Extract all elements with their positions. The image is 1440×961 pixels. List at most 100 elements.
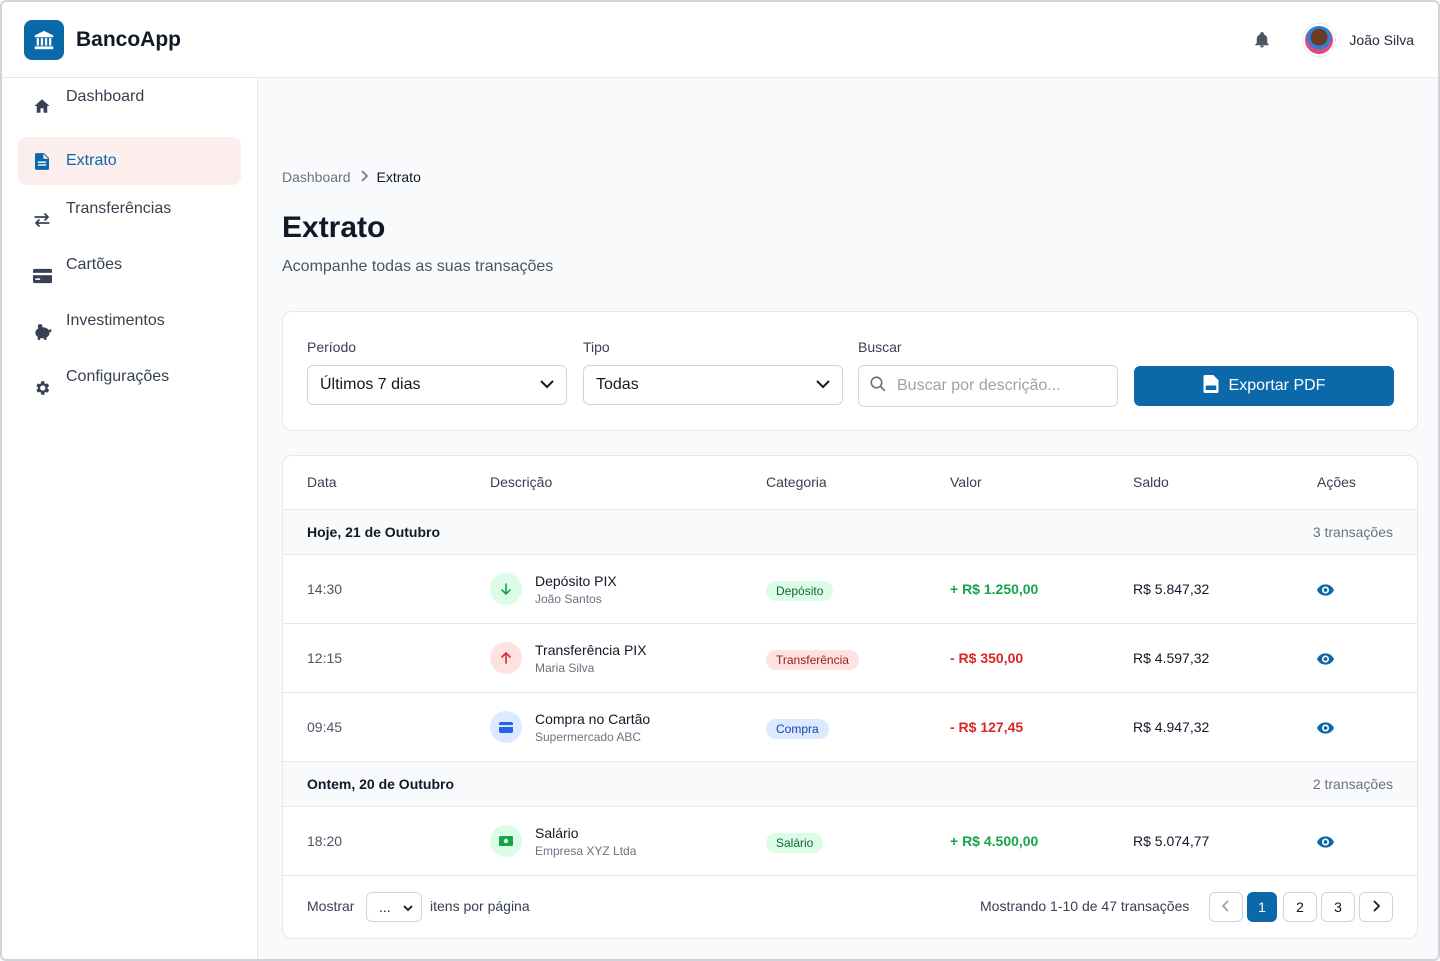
table-footer: Mostrar ... itens por página Mostrando 1… bbox=[283, 876, 1417, 938]
brand[interactable]: BancoApp bbox=[24, 19, 181, 60]
page-button-2[interactable]: 2 bbox=[1283, 892, 1317, 922]
eye-icon[interactable] bbox=[1316, 650, 1334, 668]
user-name[interactable]: João Silva bbox=[1349, 32, 1414, 48]
arrows-icon bbox=[32, 210, 52, 230]
table-row[interactable]: 14:30 Depósito PIX João Santos Depósito … bbox=[283, 555, 1417, 624]
row-amount: - R$ 127,45 bbox=[950, 719, 1024, 735]
avatar[interactable] bbox=[1303, 23, 1336, 56]
column-header-acoes: Ações bbox=[1317, 474, 1356, 490]
page-button-1[interactable]: 1 bbox=[1247, 892, 1277, 922]
search-box bbox=[858, 365, 1118, 407]
row-time: 12:15 bbox=[307, 650, 343, 666]
table-header: Data Descrição Categoria Valor Saldo Açõ… bbox=[283, 456, 1417, 510]
type-label: Tipo bbox=[583, 339, 610, 355]
row-time: 14:30 bbox=[307, 581, 343, 597]
home-icon bbox=[32, 96, 52, 116]
row-counterparty: Empresa XYZ Ltda bbox=[535, 844, 637, 858]
column-header-valor: Valor bbox=[950, 474, 982, 490]
page-button-3[interactable]: 3 bbox=[1321, 892, 1355, 922]
category-badge: Depósito bbox=[766, 581, 834, 601]
category-badge: Salário bbox=[766, 833, 824, 853]
gear-icon bbox=[32, 378, 52, 398]
sidebar-item-dashboard[interactable]: Dashboard bbox=[18, 80, 241, 128]
date-group-title: Hoje, 21 de Outubro bbox=[307, 524, 441, 540]
table-row[interactable]: 09:45 Compra no Cartão Supermercado ABC … bbox=[283, 693, 1417, 762]
row-amount: + R$ 4.500,00 bbox=[950, 833, 1039, 849]
card-icon bbox=[490, 711, 522, 743]
eye-icon[interactable] bbox=[1316, 719, 1334, 737]
period-select[interactable]: Últimos 7 dias bbox=[307, 365, 567, 405]
pdf-file-icon bbox=[1203, 374, 1219, 398]
sidebar-item-transferencias[interactable]: Transferências bbox=[18, 192, 241, 240]
breadcrumb-link-dashboard[interactable]: Dashboard bbox=[282, 169, 351, 185]
export-pdf-button[interactable]: Exportar PDF bbox=[1134, 366, 1394, 406]
credit-card-icon bbox=[32, 266, 52, 286]
breadcrumb: Dashboard Extrato bbox=[282, 169, 421, 185]
header-actions: João Silva bbox=[1251, 23, 1414, 56]
pagination-summary: Mostrando 1-10 de 47 transações bbox=[980, 898, 1190, 914]
chevron-down-icon bbox=[540, 376, 554, 394]
bell-icon[interactable] bbox=[1251, 29, 1273, 51]
column-header-descricao: Descrição bbox=[490, 474, 553, 490]
chevron-left-icon bbox=[1221, 899, 1230, 915]
filters-card: Período Últimos 7 dias Tipo Todas Buscar bbox=[282, 311, 1418, 431]
period-select-value: Últimos 7 dias bbox=[320, 376, 421, 393]
type-select[interactable]: Todas bbox=[583, 365, 843, 405]
eye-icon[interactable] bbox=[1316, 581, 1334, 599]
row-counterparty: Maria Silva bbox=[535, 661, 595, 675]
sidebar-item-cartoes[interactable]: Cartões bbox=[18, 248, 241, 296]
document-icon bbox=[32, 151, 52, 171]
prev-page-button[interactable] bbox=[1209, 892, 1243, 922]
sidebar-item-label: Configurações bbox=[66, 368, 170, 385]
row-balance: R$ 4.597,32 bbox=[1133, 650, 1210, 666]
row-amount: + R$ 1.250,00 bbox=[950, 581, 1039, 597]
row-counterparty: João Santos bbox=[535, 592, 602, 606]
row-balance: R$ 5.847,32 bbox=[1133, 581, 1210, 597]
row-balance: R$ 4.947,32 bbox=[1133, 719, 1210, 735]
table-row[interactable]: 18:20 Salário Empresa XYZ Ltda Salário +… bbox=[283, 807, 1417, 876]
date-group-count: 3 transações bbox=[1312, 524, 1393, 540]
column-header-saldo: Saldo bbox=[1133, 474, 1169, 490]
transactions-table: Data Descrição Categoria Valor Saldo Açõ… bbox=[282, 455, 1418, 939]
row-description: Depósito PIX bbox=[535, 573, 617, 589]
chevron-down-icon bbox=[403, 899, 413, 915]
sidebar-item-investimentos[interactable]: Investimentos bbox=[18, 304, 241, 352]
search-label: Buscar bbox=[858, 339, 902, 355]
row-counterparty: Supermercado ABC bbox=[535, 730, 642, 744]
date-group-count: 2 transações bbox=[1312, 776, 1393, 792]
arrow-up-icon bbox=[490, 642, 522, 674]
search-icon bbox=[869, 375, 887, 398]
row-time: 09:45 bbox=[307, 719, 343, 735]
row-time: 18:20 bbox=[307, 833, 343, 849]
export-pdf-label: Exportar PDF bbox=[1228, 377, 1326, 394]
page-title: Extrato bbox=[282, 211, 386, 244]
period-label: Período bbox=[307, 339, 357, 355]
eye-icon[interactable] bbox=[1316, 833, 1334, 851]
row-description: Transferência PIX bbox=[535, 642, 647, 658]
column-header-categoria: Categoria bbox=[766, 474, 827, 490]
table-row[interactable]: 12:15 Transferência PIX Maria Silva Tran… bbox=[283, 624, 1417, 693]
chevron-down-icon bbox=[816, 376, 830, 394]
app-name: BancoApp bbox=[76, 27, 181, 51]
column-header-data: Data bbox=[307, 474, 337, 490]
show-label: Mostrar bbox=[307, 898, 355, 914]
chevron-right-icon bbox=[359, 169, 369, 185]
sidebar-item-configuracoes[interactable]: Configurações bbox=[18, 360, 241, 408]
date-group-header: Hoje, 21 de Outubro 3 transações bbox=[283, 510, 1417, 555]
row-balance: R$ 5.074,77 bbox=[1133, 833, 1210, 849]
category-badge: Compra bbox=[766, 719, 829, 739]
sidebar-item-extrato[interactable]: Extrato bbox=[18, 137, 241, 185]
search-input[interactable] bbox=[897, 377, 1107, 395]
sidebar-item-label: Cartões bbox=[66, 256, 123, 273]
next-page-button[interactable] bbox=[1359, 892, 1393, 922]
page-subtitle: Acompanhe todas as suas transações bbox=[282, 258, 554, 275]
per-page-suffix: itens por página bbox=[430, 898, 530, 914]
bank-logo-icon bbox=[24, 19, 64, 60]
per-page-select[interactable]: ... bbox=[366, 892, 422, 922]
sidebar-item-label: Dashboard bbox=[66, 88, 145, 105]
date-group-title: Ontem, 20 de Outubro bbox=[307, 776, 455, 792]
money-icon bbox=[490, 825, 522, 857]
piggy-bank-icon bbox=[32, 322, 52, 342]
date-group-header: Ontem, 20 de Outubro 2 transações bbox=[283, 762, 1417, 807]
sidebar: Dashboard Extrato Transferências Cartões… bbox=[2, 78, 258, 959]
